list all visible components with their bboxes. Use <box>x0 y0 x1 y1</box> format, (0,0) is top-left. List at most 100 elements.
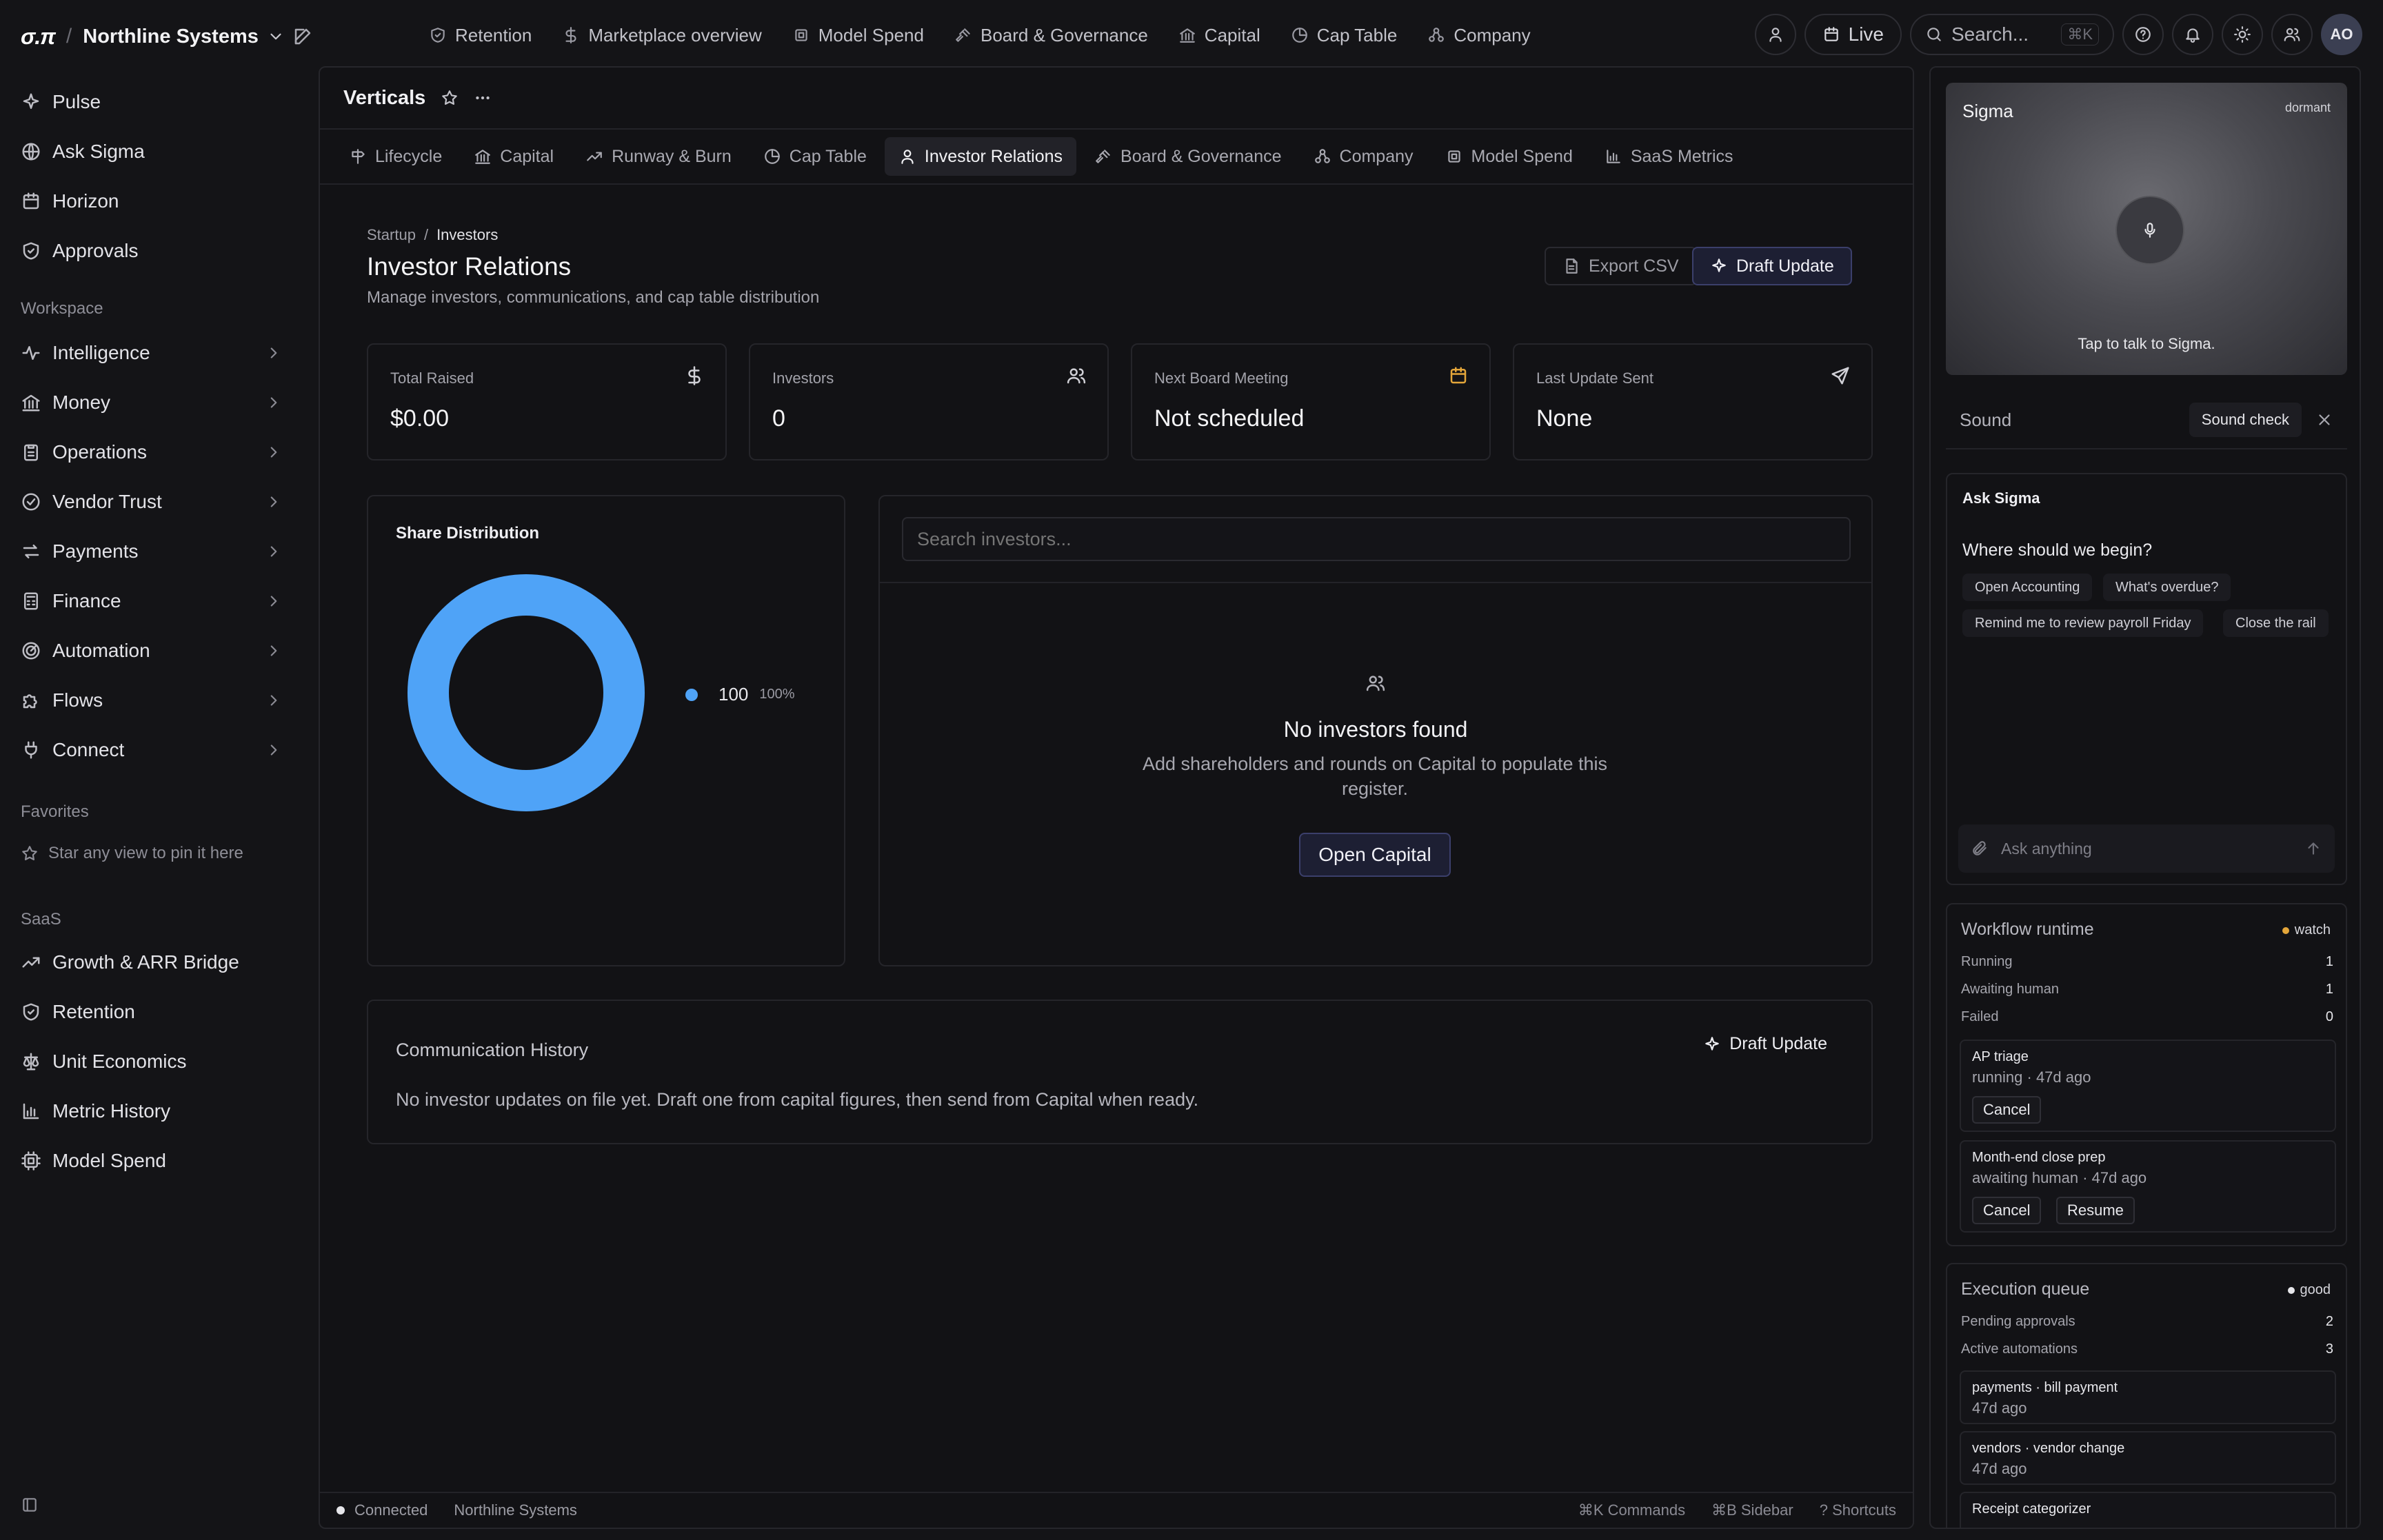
sidebar-item-connect[interactable]: Connect <box>21 731 283 769</box>
cancel-button[interactable]: Cancel <box>1972 1197 2042 1224</box>
runtime-row-value: 1 <box>2325 954 2333 969</box>
help-button[interactable] <box>2122 14 2164 55</box>
agent-button[interactable] <box>1754 14 1796 55</box>
app-logo: σ.π <box>21 23 56 49</box>
comm-draft-update-button[interactable]: Draft Update <box>1703 1034 1827 1054</box>
sidebar-item-flows[interactable]: Flows <box>21 681 283 720</box>
topnav-marketplace-overview[interactable]: Marketplace overview <box>547 19 776 51</box>
sidebar-item-approvals[interactable]: Approvals <box>21 232 283 270</box>
topnav-capital[interactable]: Capital <box>1163 19 1276 51</box>
queue-row-label: Active automations <box>1961 1341 2078 1357</box>
sidebar-item-model-spend[interactable]: Model Spend <box>21 1142 283 1180</box>
topnav-board-governance[interactable]: Board & Governance <box>939 19 1163 51</box>
sidebar-item-horizon[interactable]: Horizon <box>21 182 283 221</box>
suggestion-chip[interactable]: What's overdue? <box>2103 574 2231 601</box>
open-capital-button[interactable]: Open Capital <box>1299 833 1451 877</box>
sidebar-item-intelligence[interactable]: Intelligence <box>21 334 283 372</box>
topnav-retention[interactable]: Retention <box>414 19 547 51</box>
resume-button[interactable]: Resume <box>2056 1197 2135 1224</box>
queue-item[interactable]: payments · bill payment 47d ago <box>1960 1370 2336 1424</box>
transfer-icon <box>23 545 39 558</box>
users-icon <box>2284 28 2300 41</box>
suggestion-chip[interactable]: Close the rail <box>2223 609 2329 637</box>
compose-icon[interactable] <box>292 26 313 47</box>
sidebar-item-label: Payments <box>52 540 139 562</box>
tab-lifecycle[interactable]: Lifecycle <box>335 137 456 176</box>
shortcut-commands[interactable]: ⌘K Commands <box>1578 1501 1685 1519</box>
sound-check-button[interactable]: Sound check <box>2189 403 2302 437</box>
topnav-company[interactable]: Company <box>1412 19 1545 51</box>
sidebar-item-money[interactable]: Money <box>21 383 283 422</box>
sidebar-item-vendor-trust[interactable]: Vendor Trust <box>21 483 283 521</box>
topnav-label: Cap Table <box>1316 24 1398 45</box>
org-switcher[interactable]: σ.π / Northline Systems <box>21 21 285 52</box>
communication-history-title: Communication History <box>396 1040 589 1060</box>
mic-button[interactable] <box>2115 196 2184 265</box>
tab-capital[interactable]: Capital <box>460 137 567 176</box>
suggestion-chip[interactable]: Open Accounting <box>1962 574 2093 601</box>
bar-chart-icon <box>23 1103 39 1119</box>
sidebar-item-label: Unit Economics <box>52 1051 187 1072</box>
tab-runway-burn[interactable]: Runway & Burn <box>572 137 745 176</box>
queue-item[interactable]: vendors · vendor change 47d ago <box>1960 1431 2336 1485</box>
breadcrumb-startup[interactable]: Startup <box>367 226 416 244</box>
pie-icon <box>764 149 780 164</box>
queue-row-value: 3 <box>2325 1341 2333 1357</box>
global-search[interactable]: Search... ⌘K <box>1910 14 2114 55</box>
sidebar-item-label: Horizon <box>52 190 119 212</box>
search-placeholder: Search... <box>1951 23 2029 45</box>
tab-model-spend[interactable]: Model Spend <box>1431 137 1587 176</box>
shortcut-help[interactable]: ? Shortcuts <box>1820 1501 1896 1519</box>
sidebar-item-unit-economics[interactable]: Unit Economics <box>21 1042 283 1081</box>
export-csv-button[interactable]: Export CSV <box>1545 247 1697 285</box>
tab-board-governance[interactable]: Board & Governance <box>1080 137 1295 176</box>
tab-saas-metrics[interactable]: SaaS Metrics <box>1591 137 1747 176</box>
sidebar-item-payments[interactable]: Payments <box>21 532 283 571</box>
sidebar-item-ask-sigma[interactable]: Ask Sigma <box>21 132 283 171</box>
sidebar-item-retention[interactable]: Retention <box>21 993 283 1031</box>
close-icon[interactable] <box>2315 411 2333 429</box>
sidebar-item-label: Flows <box>52 689 103 711</box>
more-icon[interactable] <box>474 89 492 107</box>
runtime-row: Failed 0 <box>1961 1009 2333 1025</box>
sidebar-item-label: Model Spend <box>52 1150 167 1171</box>
topnav-cap-table[interactable]: Cap Table <box>1276 19 1413 51</box>
sidebar-item-operations[interactable]: Operations <box>21 433 283 472</box>
suggestion-chip[interactable]: Remind me to review payroll Friday <box>1962 609 2204 637</box>
avatar[interactable]: AO <box>2321 14 2362 55</box>
chevron-down-icon <box>270 33 281 40</box>
sidebar-item-finance[interactable]: Finance <box>21 582 283 620</box>
topnav-model-spend[interactable]: Model Spend <box>777 19 939 51</box>
paperclip-icon[interactable] <box>1971 840 1989 858</box>
team-button[interactable] <box>2271 14 2313 55</box>
investor-search-input[interactable] <box>902 517 1851 561</box>
theme-button[interactable] <box>2222 14 2263 55</box>
sidebar-toggle-icon[interactable] <box>21 1496 39 1514</box>
tab-investor-relations[interactable]: Investor Relations <box>884 137 1077 176</box>
sidebar-item-label: Finance <box>52 590 121 611</box>
shortcut-hints: ⌘K Commands ⌘B Sidebar ? Shortcuts <box>1578 1501 1896 1519</box>
shortcut-sidebar[interactable]: ⌘B Sidebar <box>1711 1501 1793 1519</box>
queue-item-meta: 47d ago <box>1972 1399 2027 1417</box>
draft-update-button[interactable]: Draft Update <box>1692 247 1852 285</box>
chevron-right-icon <box>270 397 277 408</box>
notifications-button[interactable] <box>2172 14 2213 55</box>
topnav-label: Company <box>1454 24 1531 45</box>
live-button[interactable]: Live <box>1804 14 1902 55</box>
sidebar-item-growth-arr[interactable]: Growth & ARR Bridge <box>21 943 283 982</box>
connection-status: Connected <box>354 1501 428 1519</box>
sidebar-item-pulse[interactable]: Pulse <box>21 83 283 121</box>
legend-percent: 100% <box>759 687 795 702</box>
star-icon[interactable] <box>441 89 459 107</box>
cancel-button[interactable]: Cancel <box>1972 1096 2042 1124</box>
tab-cap-table[interactable]: Cap Table <box>750 137 881 176</box>
sidebar-item-metric-history[interactable]: Metric History <box>21 1092 283 1131</box>
voice-card[interactable]: Sigma dormant Tap to talk to Sigma. <box>1946 83 2347 375</box>
sidebar-item-automation[interactable]: Automation <box>21 631 283 670</box>
chevron-right-icon <box>270 596 277 607</box>
arrow-up-icon[interactable] <box>2304 840 2322 858</box>
tab-company[interactable]: Company <box>1300 137 1427 176</box>
ask-input[interactable]: Ask anything <box>1958 824 2335 873</box>
queue-item[interactable]: Receipt categorizer <box>1960 1492 2336 1528</box>
empty-state-title: No investors found <box>1283 717 1468 742</box>
